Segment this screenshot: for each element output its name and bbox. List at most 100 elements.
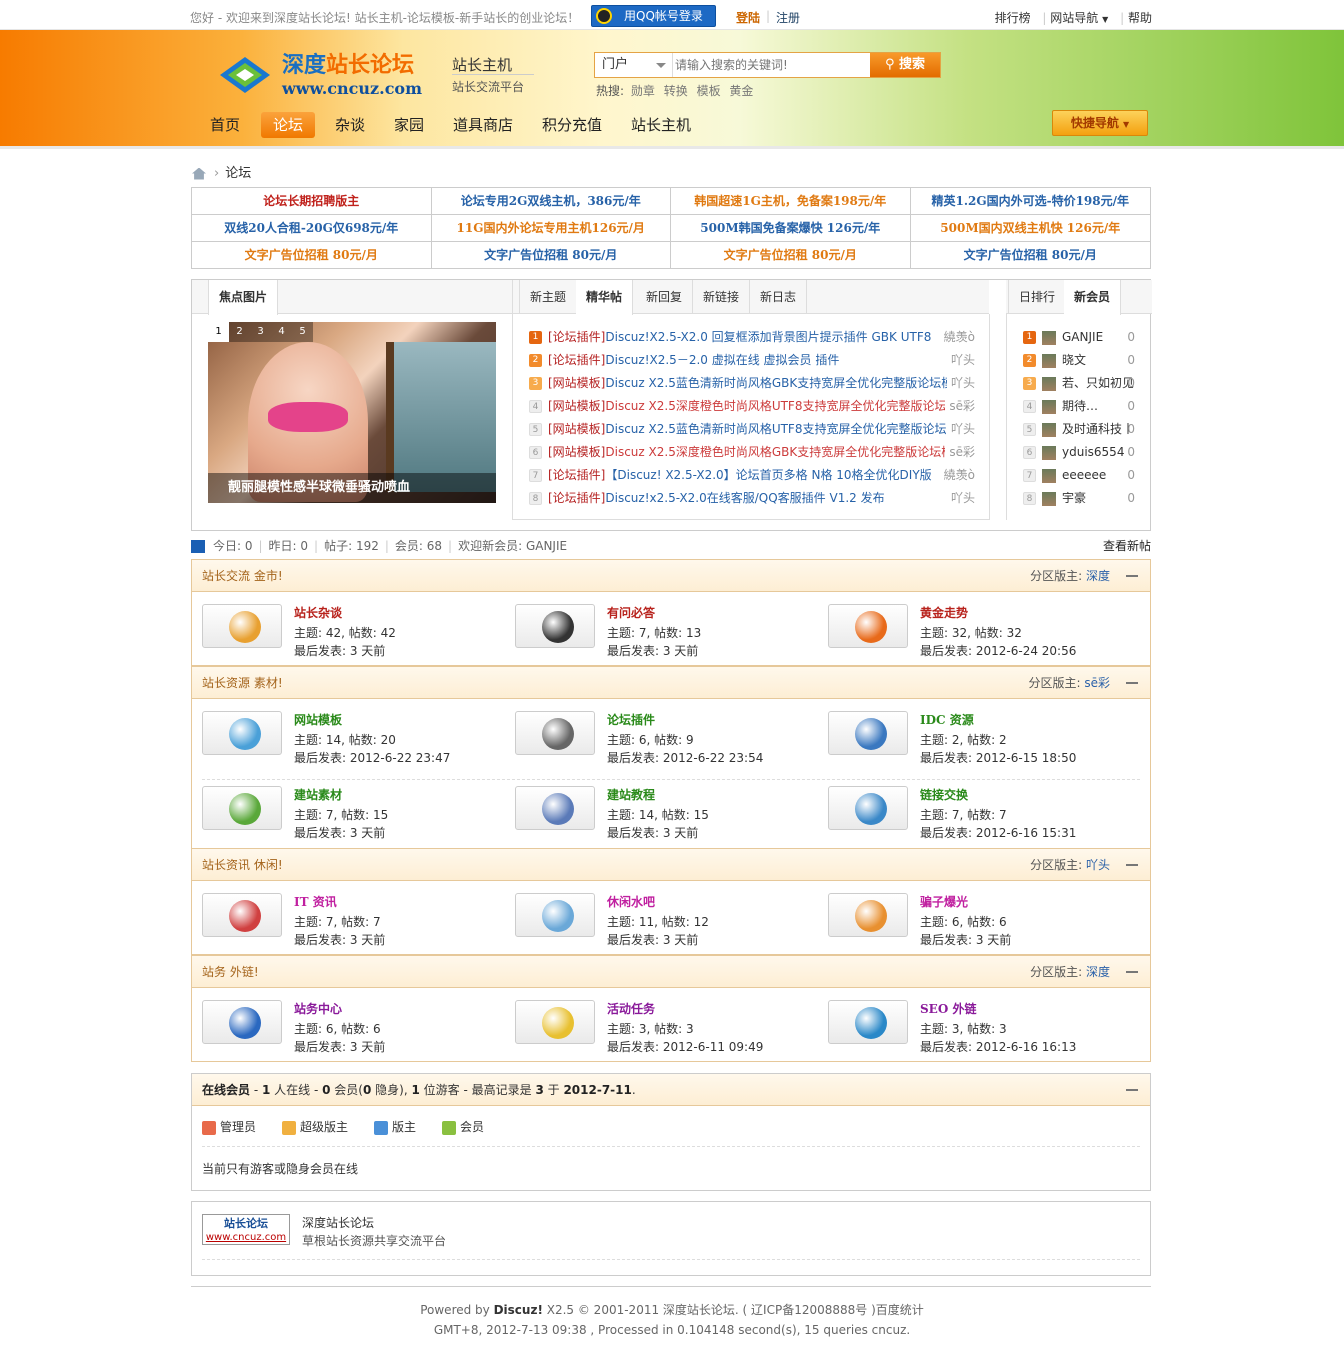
thread-author[interactable]: 繞羡ò [939, 326, 975, 348]
forum-name[interactable]: IDC 资源 [920, 711, 974, 728]
thread-title[interactable]: Discuz X2.5蓝色清新时尚风格GBK支持宽屏全优化完整版论坛模 [605, 376, 953, 390]
ad-link[interactable]: 精英1.2G国内外可选-特价198元/年 [910, 188, 1150, 215]
nav-recharge[interactable]: 积分充值 [530, 112, 614, 138]
member-name[interactable]: 晓文 [1062, 353, 1086, 367]
ad-link[interactable]: 韩国超速1G主机，免备案198元/年 [671, 188, 911, 215]
forum-last-post[interactable]: 最后发表: 3 天前 [920, 931, 1011, 948]
thread-row[interactable]: 1 [论坛插件]Discuz!X2.5-X2.0 回复框添加背景图片提示插件 GB… [529, 326, 975, 348]
thread-row[interactable]: 4 [网站模板]Discuz X2.5深度橙色时尚风格UTF8支持宽屏全优化完整版… [529, 395, 975, 417]
thread-category[interactable]: [论坛插件] [548, 491, 605, 505]
forum-name[interactable]: 有问必答 [607, 604, 655, 621]
member-name[interactable]: 期待… [1062, 399, 1098, 413]
tab-thread-1[interactable]: 新主题 [519, 280, 578, 314]
member-name[interactable]: 若、只如初见 [1062, 376, 1134, 390]
avatar[interactable] [1042, 376, 1056, 391]
thread-category[interactable]: [论坛插件] [548, 468, 605, 482]
forum-icon-link[interactable] [828, 786, 908, 830]
stat-newest-member[interactable]: 欢迎新会员: GANJIE [458, 539, 567, 553]
login-link[interactable]: 登陆 [736, 9, 760, 26]
hot-word[interactable]: 勋章 [631, 84, 655, 98]
forum-icon-link[interactable] [202, 786, 282, 830]
view-new-posts-link[interactable]: 查看新帖 [1103, 537, 1151, 555]
forum-icon-link[interactable] [515, 604, 595, 648]
thread-row[interactable]: 5 [网站模板]Discuz X2.5蓝色清新时尚风格UTF8支持宽屏全优化完整版… [529, 418, 975, 440]
hot-word[interactable]: 转换 [664, 84, 688, 98]
section-title[interactable]: 站长资讯 休闲! [202, 858, 283, 872]
thread-title[interactable]: Discuz!x2.5-X2.0在线客服/QQ客服插件 V1.2 发布 [605, 491, 884, 505]
moderator-name[interactable]: 深度 [1086, 965, 1110, 979]
thread-title[interactable]: Discuz X2.5深度橙色时尚风格UTF8支持宽屏全优化完整版论坛 [605, 399, 946, 413]
forum-last-post[interactable]: 最后发表: 3 天前 [294, 1038, 385, 1055]
member-name[interactable]: GANJIE [1062, 330, 1103, 344]
forum-last-post[interactable]: 最后发表: 2012-6-22 23:54 [607, 749, 763, 766]
ad-link[interactable]: 500M国内双线主机快 126元/年 [910, 215, 1150, 242]
search-button[interactable]: ⚲ 搜索 [870, 53, 940, 77]
forum-name[interactable]: 黄金走势 [920, 604, 968, 621]
moderator-name[interactable]: 深度 [1086, 569, 1110, 583]
ad-link[interactable]: 11G国内外论坛专用主机126元/月 [431, 215, 671, 242]
forum-name[interactable]: 休闲水吧 [607, 893, 655, 910]
ad-link[interactable]: 文字广告位招租 80元/月 [192, 242, 432, 268]
thread-row[interactable]: 3 [网站模板]Discuz X2.5蓝色清新时尚风格GBK支持宽屏全优化完整版论… [529, 372, 975, 394]
help-link[interactable]: 帮助 [1128, 11, 1152, 25]
tab-members-2[interactable]: 新会员 [1064, 280, 1122, 315]
forum-last-post[interactable]: 最后发表: 2012-6-11 09:49 [607, 1038, 763, 1055]
tab-focus-pictures[interactable]: 焦点图片 [208, 280, 279, 315]
thread-title[interactable]: Discuz X2.5蓝色清新时尚风格UTF8支持宽屏全优化完整版论坛 [605, 422, 946, 436]
forum-last-post[interactable]: 最后发表: 2012-6-24 20:56 [920, 642, 1076, 659]
thread-author[interactable]: 吖头 [946, 349, 975, 371]
quick-nav-button[interactable]: 快捷导航 ▼ [1052, 110, 1148, 136]
forum-name[interactable]: 骗子爆光 [920, 893, 968, 910]
breadcrumb-forum[interactable]: 论坛 [225, 166, 251, 181]
member-row[interactable]: 7 eeeeee 0 [1023, 464, 1135, 486]
forum-icon-link[interactable] [515, 786, 595, 830]
member-row[interactable]: 6 yduis6554 0 [1023, 441, 1135, 463]
collapse-icon[interactable] [1126, 682, 1138, 684]
section-title[interactable]: 站长资源 素材! [202, 676, 283, 690]
ad-link[interactable]: 500M韩国免备案爆快 126元/年 [671, 215, 911, 242]
nav-hosting[interactable]: 站长主机 [619, 112, 703, 138]
forum-last-post[interactable]: 最后发表: 3 天前 [607, 931, 698, 948]
pager-dot[interactable]: 1 [208, 322, 229, 342]
pager-dot[interactable]: 4 [271, 322, 292, 342]
nav-forum[interactable]: 论坛 [261, 112, 316, 138]
forum-name[interactable]: 链接交换 [920, 786, 968, 803]
pager-dot[interactable]: 3 [250, 322, 271, 342]
thread-category[interactable]: [论坛插件] [548, 353, 605, 367]
nav-home[interactable]: 首页 [198, 112, 252, 138]
avatar[interactable] [1042, 445, 1056, 460]
forum-last-post[interactable]: 最后发表: 3 天前 [294, 931, 385, 948]
nav-home-space[interactable]: 家园 [382, 112, 436, 138]
ad-link[interactable]: 文字广告位招租 80元/月 [911, 242, 1151, 268]
avatar[interactable] [1042, 491, 1056, 506]
ad-link[interactable]: 双线20人合租-20G仅698元/年 [192, 215, 432, 242]
thread-author[interactable]: 吖头 [946, 418, 975, 440]
forum-name[interactable]: 站长杂谈 [294, 604, 342, 621]
nav-talk[interactable]: 杂谈 [323, 112, 377, 138]
site-nav-link[interactable]: 网站导航 ▼ [1050, 11, 1108, 25]
forum-icon-link[interactable] [828, 1000, 908, 1044]
friend-link-logo[interactable]: 站长论坛 www.cncuz.com [202, 1214, 290, 1245]
member-name[interactable]: 宇豪 [1062, 491, 1086, 505]
tab-thread-4[interactable]: 新链接 [693, 280, 751, 314]
ad-link[interactable]: 文字广告位招租 80元/月 [671, 242, 911, 268]
member-name[interactable]: 及时通科技丨 [1062, 422, 1134, 436]
forum-last-post[interactable]: 最后发表: 2012-6-16 16:13 [920, 1038, 1076, 1055]
pager-dot[interactable]: 5 [292, 322, 313, 342]
thread-title[interactable]: Discuz!X2.5－2.0 虚拟在线 虚拟会员 插件 [605, 353, 839, 367]
member-row[interactable]: 4 期待… 0 [1023, 395, 1135, 417]
hot-word[interactable]: 黄金 [729, 84, 753, 98]
thread-category[interactable]: [网站模板] [548, 445, 605, 459]
forum-last-post[interactable]: 最后发表: 3 天前 [607, 824, 698, 841]
thread-author[interactable]: 吖头 [946, 487, 975, 509]
thread-title[interactable]: Discuz X2.5深度橙色时尚风格GBK支持宽屏全优化完整版论坛模 [605, 445, 953, 459]
tab-members-1[interactable]: 日排行 [1008, 280, 1067, 314]
home-icon[interactable] [192, 167, 206, 180]
avatar[interactable] [1042, 330, 1056, 345]
forum-icon-link[interactable] [202, 893, 282, 937]
thread-category[interactable]: [网站模板] [548, 399, 605, 413]
avatar[interactable] [1042, 399, 1056, 414]
forum-icon-link[interactable] [515, 711, 595, 755]
picture-caption[interactable]: 靓丽腿模性感半球微垂骚动喷血 [208, 473, 496, 503]
discuz-link[interactable]: Discuz! [494, 1303, 543, 1317]
